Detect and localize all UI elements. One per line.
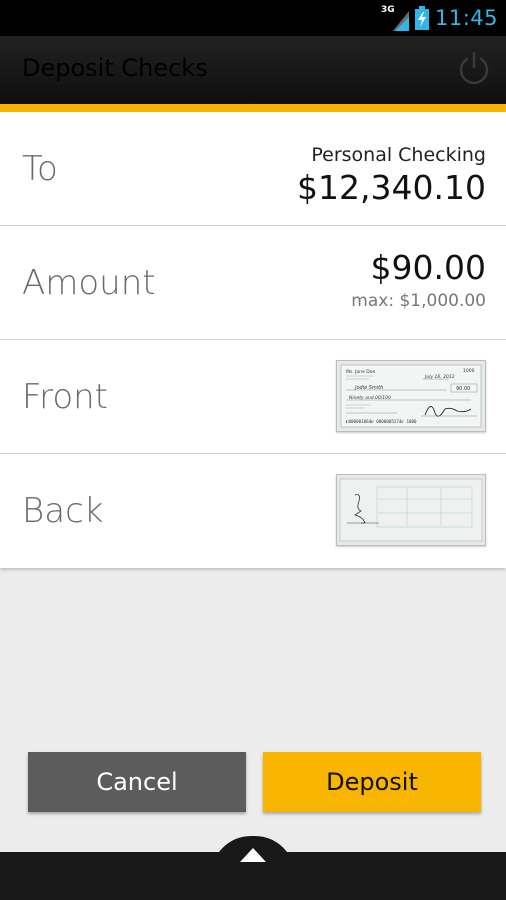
check-amount: 90.00 — [456, 386, 470, 392]
drawer-handle[interactable] — [211, 836, 295, 876]
check-micr: ⑆000001864⑆ 0000005274⑈ 1000 — [346, 419, 417, 424]
account-balance: $12,340.10 — [297, 168, 486, 207]
check-payer: Ms. Jane Doe — [346, 369, 375, 375]
accent-stripe — [0, 104, 506, 112]
page-title: Deposit Checks — [22, 54, 208, 82]
check-number: 1000 — [463, 368, 475, 374]
battery-icon — [414, 6, 429, 30]
account-info: Personal Checking $12,340.10 — [297, 144, 486, 207]
amount-value: $90.00 — [370, 248, 486, 287]
front-row[interactable]: Front Ms. Jane Doe July 16, 2012 1000 Jo… — [0, 340, 506, 454]
amount-max: max: $1,000.00 — [351, 291, 486, 311]
deposit-button[interactable]: Deposit — [263, 752, 481, 812]
cancel-button[interactable]: Cancel — [28, 752, 246, 812]
to-label: To — [22, 148, 58, 189]
deposit-form-list: To Personal Checking $12,340.10 Amount $… — [0, 112, 506, 568]
chevron-up-icon — [240, 848, 266, 862]
account-name: Personal Checking — [311, 144, 486, 166]
amount-info: $90.00 max: $1,000.00 — [351, 248, 486, 311]
amount-label: Amount — [22, 262, 156, 303]
status-clock: 11:45 — [434, 6, 498, 30]
check-back-thumbnail[interactable] — [336, 474, 486, 546]
signal-icon: 3G — [381, 5, 409, 31]
action-bar: Deposit Checks — [0, 36, 506, 104]
back-label: Back — [22, 491, 104, 531]
amount-row[interactable]: Amount $90.00 max: $1,000.00 — [0, 226, 506, 340]
to-row[interactable]: To Personal Checking $12,340.10 — [0, 112, 506, 226]
status-icons: 3G 11:45 — [381, 4, 498, 32]
check-front-thumbnail[interactable]: Ms. Jane Doe July 16, 2012 1000 Jodie Sm… — [336, 360, 486, 432]
front-label: Front — [22, 376, 108, 417]
status-bar: 3G 11:45 — [0, 0, 506, 36]
power-icon[interactable] — [456, 50, 492, 86]
back-row[interactable]: Back — [0, 454, 506, 568]
